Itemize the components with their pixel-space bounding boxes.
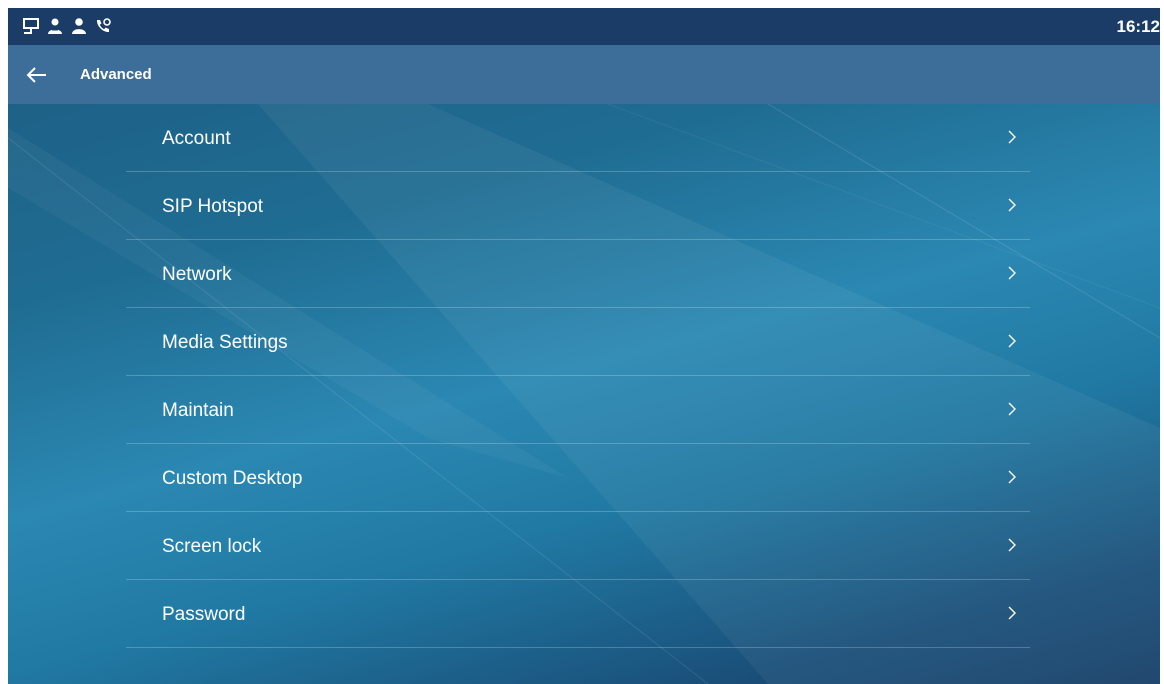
chevron-right-icon — [1008, 130, 1016, 144]
phone-screen: 16:12 Advanced Account SIP Hotspot Netwo… — [8, 8, 1160, 684]
menu-item-label: Custom Desktop — [162, 468, 303, 489]
menu-item-password[interactable]: Password — [126, 580, 1030, 648]
chevron-right-icon — [1008, 606, 1016, 620]
chevron-right-icon — [1008, 470, 1016, 484]
menu-item-custom-desktop[interactable]: Custom Desktop — [126, 444, 1030, 512]
menu-item-label: Screen lock — [162, 536, 262, 557]
menu-item-label: Maintain — [162, 400, 234, 421]
back-button[interactable] — [22, 61, 50, 89]
menu-item-maintain[interactable]: Maintain — [126, 376, 1030, 444]
menu-item-media-settings[interactable]: Media Settings — [126, 308, 1030, 376]
chevron-right-icon — [1008, 266, 1016, 280]
menu-item-label: Media Settings — [162, 332, 288, 353]
chevron-right-icon — [1008, 198, 1016, 212]
contacts-icon — [46, 17, 64, 35]
menu-item-label: SIP Hotspot — [162, 196, 264, 217]
menu-item-screen-lock[interactable]: Screen lock — [126, 512, 1030, 580]
page-title: Advanced — [80, 66, 152, 83]
user-icon — [70, 17, 88, 35]
status-icons — [22, 16, 112, 36]
chevron-right-icon — [1008, 334, 1016, 348]
menu-item-label: Account — [162, 128, 231, 149]
status-bar: 16:12 — [8, 8, 1160, 45]
network-icon — [22, 17, 40, 35]
title-bar: Advanced — [8, 45, 1160, 104]
menu-item-label: Network — [162, 264, 232, 285]
arrow-left-icon — [26, 67, 46, 83]
call-forward-icon — [94, 17, 112, 35]
menu-item-sip-hotspot[interactable]: SIP Hotspot — [126, 172, 1030, 240]
menu-item-account[interactable]: Account — [126, 104, 1030, 172]
chevron-right-icon — [1008, 402, 1016, 416]
status-clock: 16:12 — [1116, 17, 1160, 36]
menu-item-label: Password — [162, 604, 246, 625]
menu-item-network[interactable]: Network — [126, 240, 1030, 308]
settings-menu: Account SIP Hotspot Network Media Settin… — [126, 104, 1030, 648]
chevron-right-icon — [1008, 538, 1016, 552]
